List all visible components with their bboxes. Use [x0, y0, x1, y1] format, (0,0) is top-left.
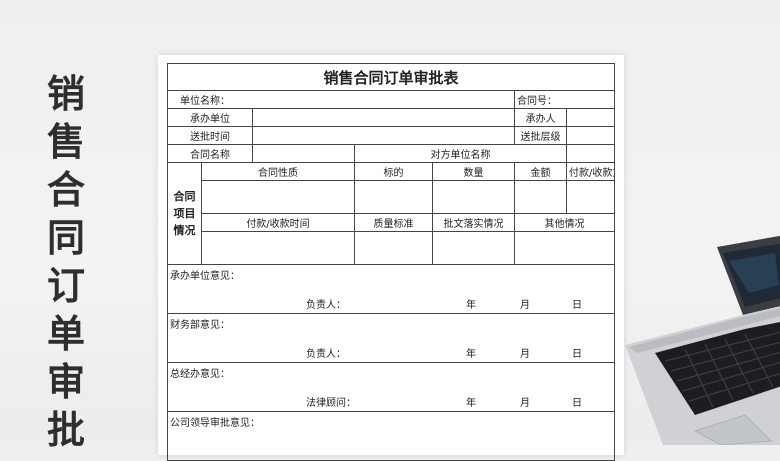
contract-no-label: 合同号：: [514, 90, 616, 109]
form-title: 销售合同订单审批表: [166, 63, 616, 91]
header-contract-nature: 合同性质: [201, 162, 355, 181]
other-field[interactable]: [513, 231, 616, 265]
submit-time-label: 送批时间: [167, 126, 253, 145]
header-approval-status: 批文落实情况: [432, 213, 515, 232]
laptop-image: [625, 235, 780, 445]
handler-label: 承办人: [514, 108, 567, 127]
side-title-char: 同: [46, 216, 85, 260]
group-label-line: 合同: [173, 190, 196, 203]
header-subject: 标的: [354, 162, 433, 181]
contract-nature-field[interactable]: [201, 180, 355, 214]
undertaking-unit-field[interactable]: [252, 108, 515, 127]
header-amount: 金额: [514, 162, 567, 181]
contract-item-group-label: 合同 项目 情况: [167, 162, 202, 265]
approval-form-table: 销售合同订单审批表 单位名称： 合同号： 承办单位 承办人 送批时间 送批层级 …: [166, 63, 616, 461]
header-quantity: 数量: [432, 162, 515, 181]
submit-level-field[interactable]: [565, 126, 616, 145]
header-payment-time: 付款/收款时间: [201, 213, 355, 232]
header-payment-method: 付款/收款方式: [565, 162, 616, 181]
side-title-char: 批: [46, 408, 85, 452]
counterparty-label: 对方单位名称: [354, 144, 567, 163]
side-title-char: 售: [46, 120, 85, 164]
group-label-line: 情况: [173, 224, 196, 237]
handler-field[interactable]: [565, 108, 616, 127]
side-title-char: 审: [46, 360, 85, 404]
month-label: 月: [520, 300, 530, 311]
side-title-char: 订: [46, 264, 85, 308]
day-label: 日: [572, 349, 582, 360]
header-other: 其他情况: [513, 213, 616, 232]
opinion-leadership[interactable]: 公司领导审批意见：: [166, 411, 616, 461]
opinion-label: 承办单位意见：: [170, 271, 240, 282]
opinion-finance[interactable]: 财务部意见： 负责人： 年 月 日: [166, 313, 616, 363]
month-label: 月: [520, 398, 530, 409]
year-label: 年: [466, 300, 476, 311]
signer-label: 负责人：: [306, 300, 346, 311]
quality-standard-field[interactable]: [354, 231, 433, 265]
payment-time-field[interactable]: [201, 231, 355, 265]
month-label: 月: [520, 349, 530, 360]
side-title-char: 合: [46, 168, 85, 212]
signer-label: 法律顾问：: [306, 398, 356, 409]
day-label: 日: [572, 398, 582, 409]
subject-field[interactable]: [354, 180, 433, 214]
approval-status-field[interactable]: [432, 231, 515, 265]
unit-name-label: 单位名称：: [167, 90, 515, 109]
quantity-field[interactable]: [432, 180, 515, 214]
opinion-gm-office[interactable]: 总经办意见： 法律顾问： 年 月 日: [166, 362, 616, 412]
contract-name-field[interactable]: [252, 144, 355, 163]
form-sheet: 销售合同订单审批表 单位名称： 合同号： 承办单位 承办人 送批时间 送批层级 …: [158, 55, 624, 461]
side-title-char: 销: [46, 72, 85, 116]
undertaking-unit-label: 承办单位: [167, 108, 253, 127]
opinion-label: 总经办意见：: [170, 369, 230, 380]
payment-method-field[interactable]: [565, 180, 616, 214]
year-label: 年: [466, 398, 476, 409]
contract-name-label: 合同名称: [167, 144, 253, 163]
submit-level-label: 送批层级: [514, 126, 567, 145]
side-title-char: 单: [46, 312, 85, 356]
opinion-label: 公司领导审批意见：: [170, 418, 260, 429]
signer-label: 负责人：: [306, 349, 346, 360]
day-label: 日: [572, 300, 582, 311]
amount-field[interactable]: [514, 180, 567, 214]
group-label-line: 项目: [173, 207, 196, 220]
counterparty-field[interactable]: [565, 144, 616, 163]
opinion-undertaking-unit[interactable]: 承办单位意见： 负责人： 年 月 日: [166, 264, 616, 314]
opinion-label: 财务部意见：: [170, 320, 230, 331]
side-title: 销 售 合 同 订 单 审 批: [40, 70, 92, 454]
header-quality-standard: 质量标准: [354, 213, 433, 232]
submit-time-field[interactable]: [252, 126, 515, 145]
year-label: 年: [466, 349, 476, 360]
